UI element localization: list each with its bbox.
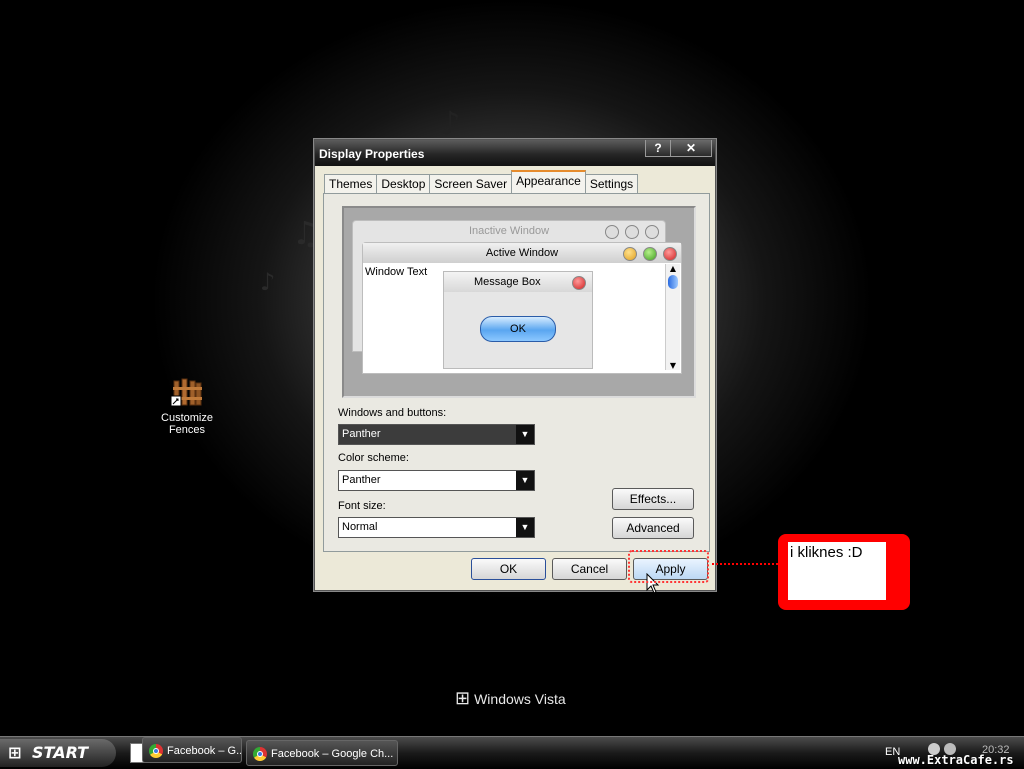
chevron-down-icon[interactable]: ▼ [516,518,534,537]
help-button[interactable]: ? [645,140,671,157]
scroll-up-icon: ▲ [669,264,677,273]
music-note-icon: ♪ [440,104,461,142]
desktop-icon-customize-fences[interactable]: Customize Fences [160,376,214,436]
taskbar-item-label: Facebook – G... [167,745,242,757]
preview-scrollbar: ▲ ▼ [665,264,680,370]
scroll-thumb [668,275,678,289]
start-label: START [32,743,89,762]
tab-strip: Themes Desktop Screen Saver Appearance S… [324,170,639,193]
tab-appearance[interactable]: Appearance [511,170,586,193]
cancel-button[interactable]: Cancel [552,558,627,580]
preview-active-window: Active Window Window Text ▲ ▼ Message Bo… [362,242,682,374]
tab-themes[interactable]: Themes [324,174,378,193]
close-dot-icon [572,276,586,290]
windows-flag-icon: ⊞ [8,743,22,762]
preview-ok-button: OK [480,316,556,342]
music-note-icon: ♪ [260,268,276,296]
tab-screen-saver[interactable]: Screen Saver [429,174,513,193]
taskbar-item-facebook-1[interactable]: Facebook – G... [142,737,242,763]
taskbar-item-label: Facebook – Google Ch... [271,748,394,760]
taskbar-item-facebook-2[interactable]: Facebook – Google Ch... [246,740,398,766]
window-dot-icon [605,225,619,239]
message-box-title: Message Box [444,272,592,292]
title-bar[interactable]: Display Properties ? ✕ [315,140,715,166]
effects-button[interactable]: Effects... [612,488,694,510]
chrome-icon [149,744,163,758]
windows-buttons-label: Windows and buttons: [338,407,447,419]
display-properties-dialog: Display Properties ? ✕ Themes Desktop Sc… [314,139,716,591]
minimize-dot-icon [623,247,637,261]
apply-highlight-ring [628,550,709,583]
appearance-panel: Inactive Window Active Window Window Tex… [323,193,710,552]
windows-vista-logo: ⊞ Windows Vista [455,688,566,709]
fences-icon [170,376,203,408]
desktop-icon-label: Fences [168,424,206,436]
windows-buttons-value: Panther [342,428,381,440]
windows-buttons-select[interactable]: Panther ▼ [338,424,535,445]
scroll-down-icon: ▼ [669,361,677,370]
window-text: Window Text [365,266,428,278]
taskbar: ⊞ START Facebook – G... Facebook – Google… [0,736,1024,769]
font-size-value: Normal [342,521,378,533]
color-scheme-value: Panther [342,474,381,486]
tab-settings[interactable]: Settings [584,174,639,193]
font-size-select[interactable]: Normal ▼ [338,517,535,538]
close-dot-icon [663,247,677,261]
close-button[interactable]: ✕ [670,140,712,157]
desktop-icon-label: Customize [161,412,213,424]
appearance-preview: Inactive Window Active Window Window Tex… [342,206,696,398]
vista-text: Windows Vista [474,690,566,707]
maximize-dot-icon [643,247,657,261]
window-dot-icon [625,225,639,239]
color-scheme-label: Color scheme: [338,452,409,464]
font-size-label: Font size: [338,500,386,512]
chevron-down-icon[interactable]: ▼ [516,471,534,490]
tab-desktop[interactable]: Desktop [376,174,431,193]
annotation-callout: i kliknes :D [778,534,910,610]
annotation-text: i kliknes :D [788,542,886,600]
window-dot-icon [645,225,659,239]
color-scheme-select[interactable]: Panther ▼ [338,470,535,491]
dialog-title: Display Properties [319,147,425,161]
preview-message-box: Message Box OK [443,271,593,369]
watermark: www.ExtraCafe.rs [898,753,1014,767]
start-button[interactable]: ⊞ START [0,739,116,767]
windows-flag-icon: ⊞ [455,688,471,708]
annotation-connector [712,563,778,565]
chevron-down-icon[interactable]: ▼ [516,425,534,444]
ok-button[interactable]: OK [471,558,546,580]
advanced-button[interactable]: Advanced [612,517,694,539]
chrome-icon [253,747,267,761]
